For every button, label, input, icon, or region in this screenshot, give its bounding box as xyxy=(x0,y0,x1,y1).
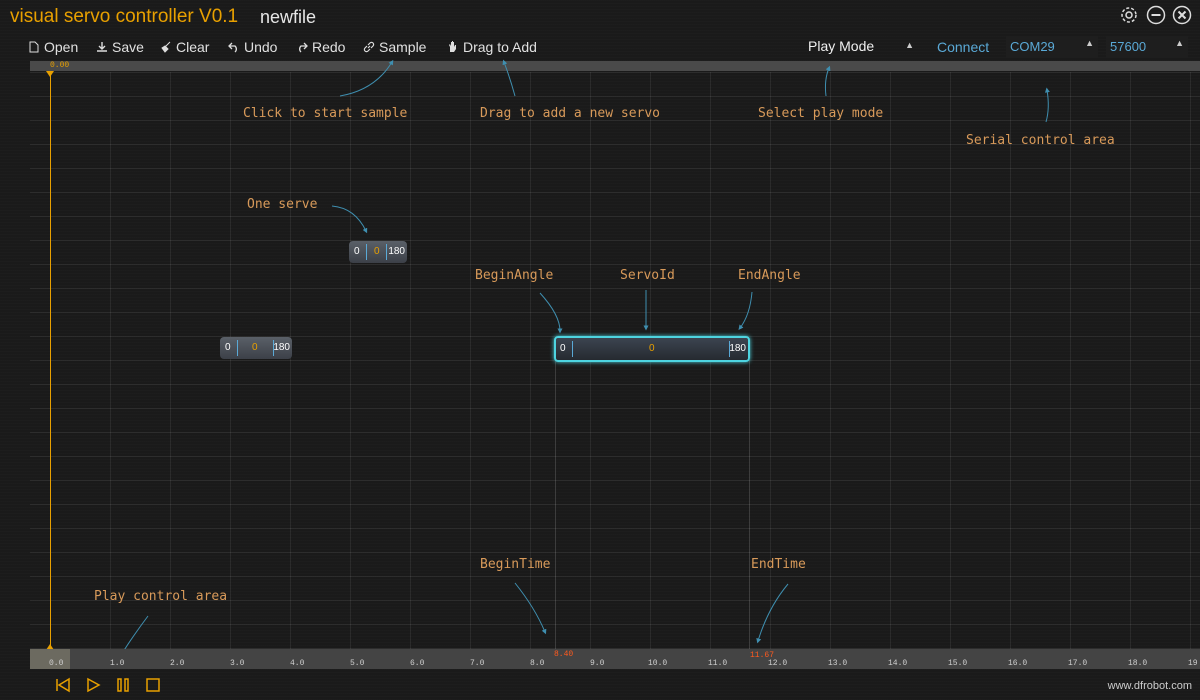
begin-angle: 0 xyxy=(560,343,566,354)
servo-block[interactable]: 0 0 180 xyxy=(349,241,407,263)
end-angle: 180 xyxy=(273,342,290,353)
tick-label: 3.0 xyxy=(230,659,245,668)
connect-button[interactable]: Connect xyxy=(937,39,989,55)
annotation-serial-area: Serial control area xyxy=(966,133,1115,148)
clear-button[interactable]: Clear xyxy=(160,39,209,55)
annotation-drag-add: Drag to add a new servo xyxy=(480,106,661,121)
title-bar: visual servo controller V0.1 newfile xyxy=(0,0,1200,34)
play-mode-select[interactable]: Play Mode ▲ xyxy=(808,38,918,56)
annotation-play-area: Play control area xyxy=(94,589,228,604)
undo-label: Undo xyxy=(244,39,278,55)
tick-label: 1.0 xyxy=(110,659,125,668)
redo-button[interactable]: Redo xyxy=(296,39,345,55)
begin-time-marker: 8.40 xyxy=(554,650,574,659)
link-icon xyxy=(363,41,375,53)
open-label: Open xyxy=(44,39,79,55)
save-button[interactable]: Save xyxy=(96,39,144,55)
annotation-one-servo: One serve xyxy=(247,197,318,212)
begin-marker xyxy=(572,341,573,357)
begin-marker xyxy=(237,340,238,356)
tick-label: 2.0 xyxy=(170,659,185,668)
begin-angle: 0 xyxy=(354,246,360,257)
download-icon xyxy=(97,42,107,52)
tick-label: 8.0 xyxy=(530,659,545,668)
tick-label: 4.0 xyxy=(290,659,305,668)
sample-label: Sample xyxy=(379,39,427,55)
end-time-marker: 11.67 xyxy=(750,651,775,660)
play-mode-label: Play Mode xyxy=(808,38,875,54)
begin-time-guide xyxy=(555,360,556,650)
sample-button[interactable]: Sample xyxy=(363,39,426,55)
ruler-position: 0.00 xyxy=(50,61,70,70)
hand-icon xyxy=(449,41,456,52)
tick-label: 9.0 xyxy=(590,659,605,668)
servo-block[interactable]: 0 0 180 xyxy=(220,337,292,359)
caret-up-icon: ▲ xyxy=(1175,38,1184,48)
tick-label: 5.0 xyxy=(350,659,365,668)
com-port-value: COM29 xyxy=(1010,39,1055,54)
caret-up-icon: ▲ xyxy=(905,40,914,50)
settings-icon[interactable] xyxy=(1119,5,1139,25)
undo-button[interactable]: Undo xyxy=(228,39,277,55)
servo-id: 0 xyxy=(252,342,258,353)
tick-label: 6.0 xyxy=(410,659,425,668)
rewind-icon[interactable] xyxy=(54,676,72,694)
redo-label: Redo xyxy=(312,39,346,55)
tick-label: 0.0 xyxy=(49,659,64,668)
tick-label: 13.0 xyxy=(828,659,848,668)
broom-icon xyxy=(161,41,171,53)
redo-icon xyxy=(299,42,308,53)
file-icon xyxy=(29,41,39,53)
tick-label: 7.0 xyxy=(470,659,485,668)
tick-label: 14.0 xyxy=(888,659,908,668)
com-port-select[interactable]: COM29 ▲ xyxy=(1006,36,1098,58)
open-button[interactable]: Open xyxy=(28,39,78,55)
tick-label: 16.0 xyxy=(1008,659,1028,668)
annotation-end-angle: EndAngle xyxy=(738,268,801,283)
stop-icon[interactable] xyxy=(144,676,162,694)
end-angle: 180 xyxy=(729,343,746,354)
selected-servo-block[interactable]: 0 0 180 xyxy=(554,336,750,362)
pause-icon[interactable] xyxy=(114,676,132,694)
drag-to-add-label: Drag to Add xyxy=(463,39,537,55)
caret-up-icon: ▲ xyxy=(1085,38,1094,48)
play-icon[interactable] xyxy=(84,676,102,694)
annotation-end-time: EndTime xyxy=(751,557,806,572)
annotation-select-mode: Select play mode xyxy=(758,106,884,121)
save-label: Save xyxy=(112,39,144,55)
drag-to-add-button[interactable]: Drag to Add xyxy=(447,39,537,55)
end-marker xyxy=(386,244,387,260)
tick-label: 10.0 xyxy=(648,659,668,668)
annotation-begin-time: BeginTime xyxy=(480,557,551,572)
end-time-guide xyxy=(749,360,750,650)
servo-id: 0 xyxy=(374,246,380,257)
minimize-icon[interactable] xyxy=(1146,5,1166,25)
begin-angle: 0 xyxy=(225,342,231,353)
baud-rate-value: 57600 xyxy=(1110,39,1147,54)
end-angle: 180 xyxy=(388,246,405,257)
tick-label: 17.0 xyxy=(1068,659,1088,668)
annotation-click-sample: Click to start sample xyxy=(243,106,408,121)
app-title: visual servo controller V0.1 xyxy=(10,6,239,27)
playhead-top-marker[interactable] xyxy=(46,71,54,77)
tick-label: 18.0 xyxy=(1128,659,1148,668)
playhead[interactable] xyxy=(50,72,51,649)
undo-icon xyxy=(228,42,237,53)
clear-label: Clear xyxy=(176,39,210,55)
tick-label: 15.0 xyxy=(948,659,968,668)
annotation-begin-angle: BeginAngle xyxy=(475,268,554,283)
close-icon[interactable] xyxy=(1172,5,1192,25)
file-name: newfile xyxy=(260,7,317,27)
servo-id: 0 xyxy=(649,343,655,354)
annotation-servo-id: ServoId xyxy=(620,268,675,283)
begin-marker xyxy=(366,244,367,260)
tick-label: 11.0 xyxy=(708,659,728,668)
footer-url: www.dfrobot.com xyxy=(1107,680,1192,692)
baud-rate-select[interactable]: 57600 ▲ xyxy=(1106,36,1188,58)
timeline-ruler[interactable]: 0.0 1.0 2.0 3.0 4.0 5.0 6.0 7.0 8.0 9.0 … xyxy=(30,649,1200,669)
top-ruler[interactable]: 0.00 xyxy=(30,61,1200,71)
tick-label: 12.0 xyxy=(768,659,788,668)
tick-label: 19 xyxy=(1188,659,1198,668)
